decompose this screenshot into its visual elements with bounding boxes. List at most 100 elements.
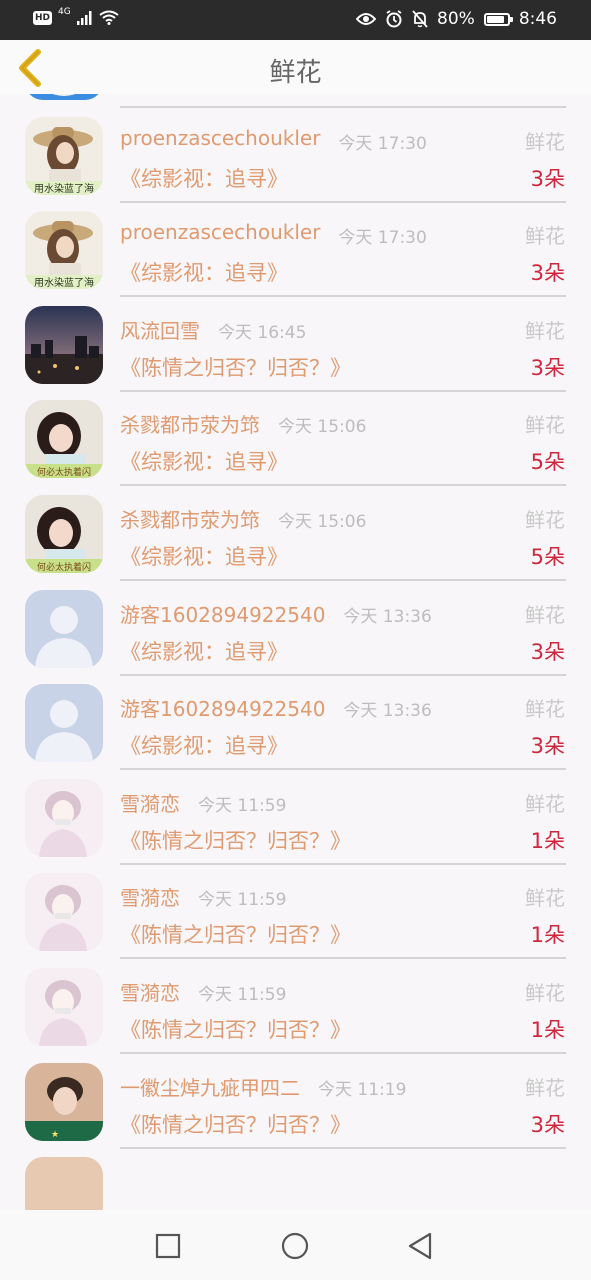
flower-count: 3朵: [530, 734, 565, 759]
flower-count: 5朵: [530, 545, 565, 569]
avatar[interactable]: ★: [25, 1062, 103, 1141]
sender-name: 风流回雪: [120, 318, 200, 343]
sender-name: 杀戮都市荥为筇: [120, 508, 260, 532]
flower-record-list[interactable]: jbprbanqqd今天 18:07鲜花《综影视：追寻》5朵用水染蓝了海proe…: [0, 94, 591, 1210]
avatar[interactable]: [25, 968, 103, 1046]
page-title: 鲜花: [269, 58, 322, 88]
list-item[interactable]: 雪漪恋 今天 11:59 鲜花 《陈情之归否？归否？》 1朵: [0, 873, 591, 968]
book-title[interactable]: 《综影视：追寻》: [120, 446, 288, 476]
gift-time: 今天 13:36: [343, 701, 432, 722]
list-item[interactable]: ★ 一徽尘焯九疵甲四二 今天 11:19 鲜花 《陈情之归否？归否？》 3朵: [0, 1062, 591, 1158]
wifi-icon: [99, 10, 119, 25]
avatar[interactable]: [25, 1157, 103, 1210]
alarm-icon: [386, 10, 402, 28]
gift-type: 鲜花: [525, 981, 565, 1005]
gift-type: 鲜花: [525, 508, 565, 532]
book-title[interactable]: 《综影视：追寻》: [120, 163, 288, 193]
gift-time: 今天 11:59: [197, 795, 287, 816]
book-title[interactable]: 《陈情之归否？归否？》: [120, 1109, 351, 1139]
gift-time: 今天 16:45: [217, 322, 307, 343]
list-item[interactable]: 用水染蓝了海 proenzascechoukler 今天 17:30 鲜花 《综影视：追…: [0, 116, 591, 212]
flower-count: 1朵: [530, 923, 565, 948]
divider: [120, 579, 566, 581]
list-item[interactable]: 游客1602894922540 今天 13:36 鲜花 《综影视：追寻》 3朵: [0, 589, 591, 685]
circle-icon[interactable]: [279, 1230, 311, 1262]
sender-name: 雪漪恋: [120, 981, 180, 1005]
avatar[interactable]: [25, 94, 103, 100]
signal-icon: [76, 10, 92, 25]
divider: [120, 484, 566, 487]
sender-name: 一徽尘焯九疵甲四二: [120, 1075, 300, 1100]
book-title[interactable]: 《综影视：追寻》: [120, 730, 288, 760]
book-title[interactable]: 《综影视：追寻》: [120, 636, 288, 666]
avatar[interactable]: 用水染蓝了海: [25, 211, 103, 290]
sender-name: 游客1602894922540: [120, 602, 326, 627]
flower-count: 3朵: [530, 166, 565, 191]
flower-count: 5朵: [530, 450, 565, 475]
divider: [120, 1052, 566, 1054]
divider: [120, 862, 566, 865]
gift-type: 鲜花: [525, 886, 565, 911]
divider: [120, 389, 566, 392]
battery-percent: 80%: [437, 9, 475, 29]
flower-count: 3朵: [530, 639, 565, 664]
network-label: 4G: [58, 7, 71, 17]
status-left: HD 4G: [33, 7, 119, 25]
avatar[interactable]: [25, 684, 103, 763]
divider: [120, 295, 566, 298]
gift-type: 鲜花: [525, 318, 565, 343]
book-title[interactable]: 《陈情之归否？归否？》: [120, 919, 351, 949]
square-icon[interactable]: [152, 1230, 184, 1262]
book-title[interactable]: 《陈情之归否？归否？》: [120, 1014, 351, 1044]
gift-time: 今天 11:59: [197, 890, 287, 911]
sender-name: 游客1602894922540: [120, 697, 326, 722]
list-item[interactable]: 游客1602894922540 今天 13:36 鲜花 《综影视：追寻》 3朵: [0, 684, 591, 779]
battery-level: [486, 15, 505, 23]
avatar[interactable]: 何必太执着闪: [25, 495, 103, 573]
book-title[interactable]: 《综影视：追寻》: [120, 257, 288, 287]
list-item[interactable]: 风流回雪 今天 16:45 鲜花《陈情之归否？归否？》 3朵: [0, 305, 591, 401]
svg-text:用水染蓝了海: 用水染蓝了海: [34, 182, 94, 195]
hd-badge: HD: [33, 10, 53, 25]
gift-time: 今天 17:30: [338, 228, 427, 249]
sender-name: 雪漪恋: [120, 791, 180, 816]
system-nav-bar: [0, 1210, 591, 1280]
gift-type: 鲜花: [525, 413, 565, 438]
flower-count: 3朵: [530, 261, 565, 286]
book-title[interactable]: 《综影视：追寻》: [120, 541, 288, 571]
list-item[interactable]: 何必太执着闪 杀戮都市荥为筇 今天 15:06 鲜花 《综影视：追寻》 5朵: [0, 495, 591, 590]
gift-type: 鲜花: [525, 602, 565, 627]
divider: [120, 768, 566, 771]
avatar[interactable]: [25, 589, 103, 668]
flower-count: 3朵: [530, 355, 565, 380]
avatar[interactable]: 用水染蓝了海: [25, 116, 103, 195]
gift-type: 鲜花: [525, 224, 565, 249]
book-title[interactable]: 《综影视：追寻》: [120, 94, 288, 98]
avatar[interactable]: 何必太执着闪: [25, 400, 103, 479]
book-title[interactable]: 《陈情之归否？归否？》: [120, 825, 351, 855]
avatar[interactable]: [25, 873, 103, 952]
sender-name: proenzascechoukler: [120, 125, 321, 150]
list-item[interactable]: 雪漪恋 今天 11:59 鲜花《陈情之归否？归否？》 1朵: [0, 968, 591, 1063]
avatar[interactable]: [25, 305, 103, 384]
flower-count: 5朵: [531, 94, 565, 98]
divider: [120, 957, 566, 960]
divider: [120, 673, 566, 676]
battery-icon: [483, 12, 513, 26]
sender-name: 杀戮都市荥为筇: [120, 413, 260, 438]
flower-count: 1朵: [530, 1018, 565, 1042]
clock: 8:46: [518, 9, 557, 29]
svg-text:★: ★: [51, 1130, 59, 1140]
gift-time: 今天 11:59: [197, 985, 287, 1005]
book-title[interactable]: 《陈情之归否？归否？》: [120, 352, 351, 382]
triangle-back-icon[interactable]: [404, 1230, 436, 1262]
mute-bell-icon: [412, 10, 428, 28]
divider: [120, 200, 566, 203]
sender-name: proenzascechoukler: [120, 220, 321, 245]
list-item[interactable]: 何必太执着闪 杀戮都市荥为筇 今天 15:06 鲜花 《综影视：追寻》 5朵: [0, 400, 591, 495]
list-item[interactable]: 用水染蓝了海 proenzascechoukler 今天 17:30 鲜花《综影视：追…: [0, 211, 591, 306]
avatar[interactable]: [25, 778, 103, 857]
list-item[interactable]: 雪漪恋 今天 11:59 鲜花 《陈情之归否？归否？》 1朵: [0, 778, 591, 874]
gift-type: 鲜花: [525, 1075, 565, 1100]
list-item[interactable]: jbprbanqqd今天 18:07鲜花《综影视：追寻》5朵: [0, 94, 591, 117]
